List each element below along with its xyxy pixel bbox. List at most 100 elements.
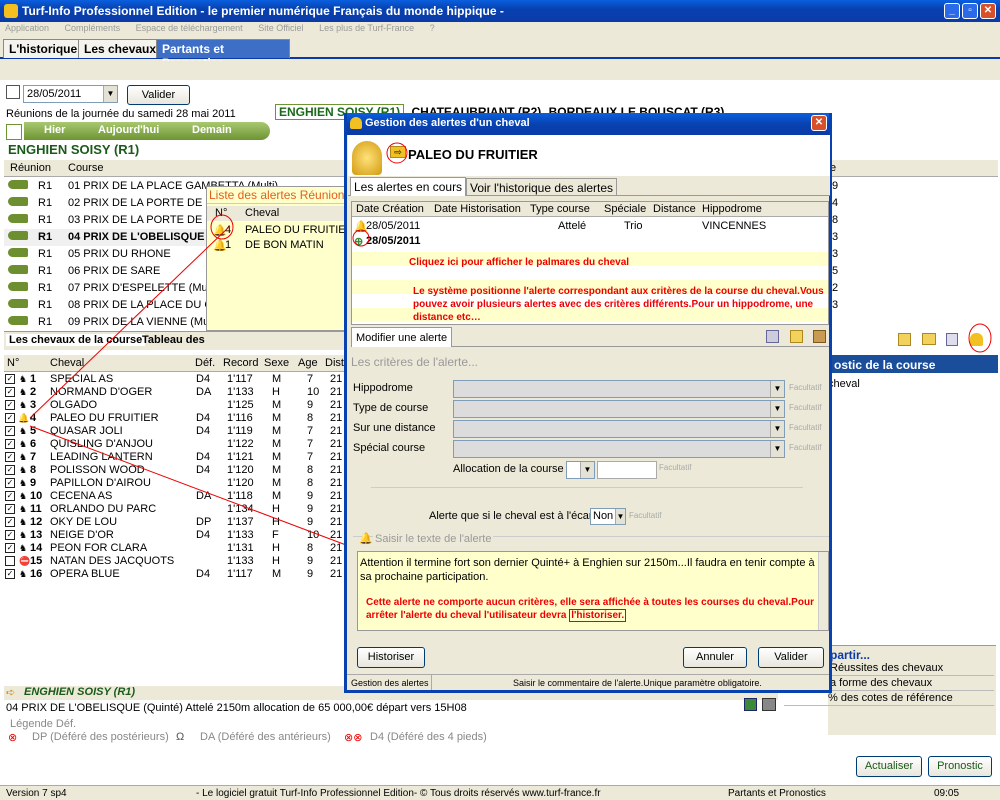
menu-item[interactable]: Site Officiel <box>258 23 303 33</box>
nav-tomorrow[interactable]: Demain <box>192 124 232 136</box>
horse-row[interactable]: ✓ ♞ 3 OLGADO 1'125 M 9 21 <box>4 399 349 412</box>
tab-chevaux[interactable]: Les chevaux <box>78 39 163 58</box>
horse-row[interactable]: ⛔ 15 NATAN DES JACQUOTS 1'133 H 9 21 <box>4 555 349 568</box>
criteria-select[interactable]: ▼ <box>453 420 785 438</box>
horse-row[interactable]: ✓ ♞ 6 QUISLING D'ANJOU 1'122 M 7 21 <box>4 438 349 451</box>
horse-row[interactable]: ✓ ♞ 8 POLISSON WOOD D4 1'120 M 8 21 <box>4 464 349 477</box>
maximize-button[interactable]: ▫ <box>962 3 978 19</box>
annuler-button[interactable]: Annuler <box>683 647 747 668</box>
menu-item[interactable]: Compléments <box>65 23 121 33</box>
ecart-select[interactable]: Non ▼ <box>590 508 626 525</box>
checkbox-checked[interactable]: ✓ <box>5 400 15 410</box>
pronostic-button[interactable]: Pronostic <box>928 756 992 777</box>
box-icon[interactable] <box>813 330 826 343</box>
alert-row[interactable]: ⊕ 28/05/2011 <box>352 233 828 250</box>
col-type-course[interactable]: Type course <box>530 203 590 215</box>
menu-item[interactable]: Les plus de Turf-France <box>319 23 414 33</box>
allocation-input[interactable] <box>597 461 657 479</box>
horse-row[interactable]: ✓ ♞ 16 OPERA BLUE D4 1'117 M 9 21 <box>4 568 349 581</box>
col-sexe[interactable]: Sexe <box>264 357 289 369</box>
tab-course-horses[interactable]: Les chevaux de la course <box>6 334 146 346</box>
col-def[interactable]: Déf. <box>195 357 215 369</box>
new-icon[interactable] <box>790 330 803 343</box>
horse-row[interactable]: ✓ ♞ 10 CECENA AS DA 1'118 M 9 21 <box>4 490 349 503</box>
search-icon[interactable] <box>766 330 779 343</box>
checkbox-checked[interactable]: ✓ <box>5 491 15 501</box>
col-distance[interactable]: Distance <box>653 203 696 215</box>
valider-button[interactable]: Valider <box>758 647 824 668</box>
horse-row[interactable]: ✓ 🔔 4 PALEO DU FRUITIER D4 1'116 M 8 21 <box>4 412 349 425</box>
tab-tableau[interactable]: Tableau des <box>142 334 205 346</box>
text-scrollbar[interactable] <box>818 552 828 630</box>
checkbox-checked[interactable]: ✓ <box>5 465 15 475</box>
copy-icon[interactable] <box>946 333 958 346</box>
chevron-down-icon: ▼ <box>770 381 784 397</box>
horse-row[interactable]: ✓ ♞ 7 LEADING LANTERN D4 1'121 M 7 21 <box>4 451 349 464</box>
horse-row[interactable]: ✓ ♞ 2 NORMAND D'OGER DA 1'133 H 10 21 <box>4 386 349 399</box>
checkbox-checked[interactable]: ✓ <box>5 517 15 527</box>
col-speciale[interactable]: Spéciale <box>604 203 646 215</box>
checkbox-unchecked[interactable] <box>5 556 15 566</box>
col-hippodrome[interactable]: Hippodrome <box>702 203 762 215</box>
jockey-icon: ♞ <box>19 504 28 514</box>
nav-yesterday[interactable]: Hier <box>44 124 65 136</box>
criteria-select[interactable]: ▼ <box>453 400 785 418</box>
course-row-right: 8 <box>832 214 839 226</box>
tab-alertes-en-cours[interactable]: Les alertes en cours <box>350 177 467 196</box>
col-date-historisation[interactable]: Date Historisation <box>434 203 521 215</box>
checkbox-checked[interactable]: ✓ <box>5 543 15 553</box>
checkbox-checked[interactable]: ✓ <box>5 530 15 540</box>
menu-item[interactable]: Espace de téléchargement <box>136 23 243 33</box>
horse-row[interactable]: ✓ ♞ 13 NEIGE D'OR D4 1'133 F 10 21 <box>4 529 349 542</box>
checkbox-checked[interactable]: ✓ <box>5 452 15 462</box>
right-item[interactable]: Réussites des chevaux <box>830 662 994 676</box>
checkbox-checked[interactable]: ✓ <box>5 387 15 397</box>
horse-row[interactable]: ✓ ♞ 1 SPECIAL AS D4 1'117 M 7 21 <box>4 373 349 386</box>
criteria-select[interactable]: ▼ <box>453 440 785 458</box>
tab-modifier-alerte[interactable]: Modifier une alerte <box>351 327 453 347</box>
tab-partants[interactable]: Partants et Pronostics <box>156 39 290 70</box>
horse-row[interactable]: ✓ ♞ 14 PEON FOR CLARA 1'131 H 8 21 <box>4 542 349 555</box>
folder-icon[interactable] <box>922 333 936 345</box>
date-select[interactable]: 28/05/2011 ▼ <box>23 85 118 103</box>
historiser-button[interactable]: Historiser <box>357 647 425 668</box>
horse-row[interactable]: ✓ ♞ 12 OKY DE LOU DP 1'137 H 9 21 <box>4 516 349 529</box>
horse-row[interactable]: ✓ ♞ 5 QUASAR JOLI D4 1'119 M 7 21 <box>4 425 349 438</box>
right-item[interactable]: % des cotes de référence <box>784 692 994 706</box>
checkbox-checked[interactable]: ✓ <box>5 426 15 436</box>
validate-date-button[interactable]: Valider <box>127 85 190 105</box>
horse-row[interactable]: ✓ ♞ 11 ORLANDO DU PARC 1'134 H 9 21 <box>4 503 349 516</box>
dialog-close-button[interactable]: ✕ <box>811 115 827 131</box>
menu-item[interactable]: Application <box>5 23 49 33</box>
checkbox-checked[interactable]: ✓ <box>5 374 15 384</box>
printer-icon[interactable] <box>762 698 776 711</box>
checkbox-checked[interactable]: ✓ <box>5 478 15 488</box>
menu-item[interactable]: ? <box>430 23 435 33</box>
horse-row[interactable]: ✓ ♞ 9 PAPILLON D'AIROU 1'120 M 8 21 <box>4 477 349 490</box>
col-record[interactable]: Record <box>223 357 258 369</box>
col-cheval[interactable]: Cheval <box>50 357 84 369</box>
checkbox-checked[interactable]: ✓ <box>5 504 15 514</box>
checkbox-checked[interactable]: ✓ <box>5 439 15 449</box>
tab-historique-alertes[interactable]: Voir l'historique des alertes <box>466 178 618 196</box>
col-date-creation[interactable]: Date Création <box>356 203 424 215</box>
col-course[interactable]: Course <box>68 162 103 174</box>
allocation-operator-select[interactable]: ▼ <box>566 461 595 479</box>
close-button[interactable]: ✕ <box>980 3 996 19</box>
minimize-button[interactable]: _ <box>944 3 960 19</box>
col-reunion[interactable]: Réunion <box>10 162 51 174</box>
nav-today[interactable]: Aujourd'hui <box>98 124 159 136</box>
app-statusbar: Version 7 sp4 - Le logiciel gratuit Turf… <box>0 785 1000 800</box>
col-age[interactable]: Age <box>298 357 318 369</box>
checkbox-checked[interactable]: ✓ <box>5 569 15 579</box>
actualiser-button[interactable]: Actualiser <box>856 756 922 777</box>
document-icon[interactable] <box>898 333 911 346</box>
col-no[interactable]: N° <box>7 357 19 369</box>
criteria-select[interactable]: ▼ <box>453 380 785 398</box>
alert-text-area[interactable]: Attention il termine fort son dernier Qu… <box>357 551 829 631</box>
calendar-icon[interactable] <box>6 85 20 99</box>
right-item[interactable]: a forme des chevaux <box>830 677 994 691</box>
tab-historique[interactable]: L'historique <box>3 39 84 58</box>
excel-icon[interactable] <box>744 698 757 711</box>
checkbox-checked[interactable]: ✓ <box>5 413 15 423</box>
